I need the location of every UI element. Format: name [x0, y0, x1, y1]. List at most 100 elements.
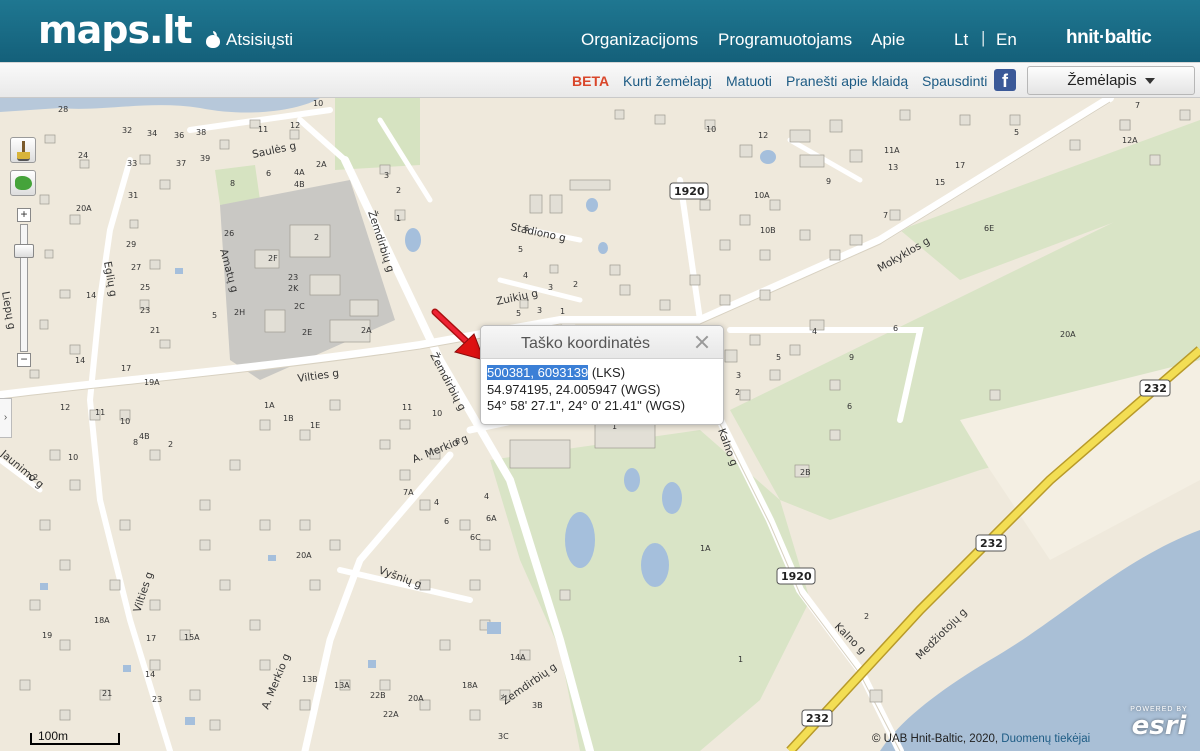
esri-wordmark: esri [1131, 711, 1187, 741]
download-link[interactable]: Atsisiųsti [206, 30, 293, 50]
svg-text:28: 28 [58, 105, 68, 114]
wgs-decimal-coordinates[interactable]: 54.974195, 24.005947 (WGS) [487, 382, 723, 399]
clear-map-broom-icon[interactable] [10, 137, 36, 163]
svg-text:10: 10 [120, 417, 130, 426]
beta-badge: BETA [572, 73, 610, 89]
pond [405, 228, 421, 252]
close-icon[interactable] [693, 333, 711, 351]
esri-logo[interactable]: POWERED BY esri [1124, 706, 1194, 746]
svg-text:5: 5 [518, 245, 523, 254]
svg-text:1A: 1A [700, 544, 711, 553]
svg-text:11: 11 [95, 408, 105, 417]
lks-coordinates-selected[interactable]: 500381, 6093139 [487, 365, 589, 380]
popup-body: 500381, 6093139 (LKS) 54.974195, 24.0059… [481, 359, 723, 415]
svg-text:10: 10 [706, 125, 716, 134]
svg-text:2: 2 [735, 388, 740, 397]
svg-text:13: 13 [888, 163, 898, 172]
svg-text:26: 26 [224, 229, 234, 238]
svg-text:22B: 22B [370, 691, 386, 700]
measure-link[interactable]: Matuoti [726, 73, 772, 89]
svg-text:22A: 22A [383, 710, 399, 719]
attribution: © UAB Hnit-Baltic, 2020, Duomenų tiekėja… [872, 733, 1090, 745]
svg-text:21: 21 [150, 326, 160, 335]
hnit-baltic-logo[interactable]: hnit·baltic [1066, 27, 1152, 49]
data-providers-link[interactable]: Duomenų tiekėjai [1001, 733, 1090, 745]
svg-text:2E: 2E [302, 328, 312, 337]
svg-text:3: 3 [548, 283, 553, 292]
svg-text:24: 24 [78, 151, 88, 160]
zoom-in-button[interactable]: + [17, 208, 31, 222]
nav-apie[interactable]: Apie [871, 30, 905, 50]
svg-text:232: 232 [1144, 382, 1167, 395]
svg-text:2A: 2A [361, 326, 372, 335]
svg-text:23: 23 [140, 306, 150, 315]
svg-text:1E: 1E [310, 421, 320, 430]
road-shield-1920-south: 1920 [776, 567, 816, 585]
svg-text:2: 2 [573, 280, 578, 289]
svg-text:23: 23 [288, 273, 298, 282]
road-shield-1920-north: 1920 [669, 182, 709, 200]
svg-text:2F: 2F [268, 254, 278, 263]
svg-text:10: 10 [68, 453, 78, 462]
svg-text:11: 11 [402, 403, 412, 412]
svg-text:31: 31 [128, 191, 138, 200]
layer-select-button[interactable]: Žemėlapis [1027, 66, 1195, 95]
svg-text:20A: 20A [76, 204, 92, 213]
pond [662, 482, 682, 514]
wgs-dms-coordinates[interactable]: 54° 58' 27.1", 24° 0' 21.41" (WGS) [487, 398, 723, 415]
svg-text:6A: 6A [486, 514, 497, 523]
svg-text:8: 8 [455, 437, 460, 446]
print-link[interactable]: Spausdinti [922, 73, 987, 89]
download-label: Atsisiųsti [226, 30, 294, 49]
lks-coordinates-row[interactable]: 500381, 6093139 (LKS) [487, 365, 723, 382]
svg-text:2: 2 [864, 612, 869, 621]
svg-text:4B: 4B [294, 180, 305, 189]
svg-text:18A: 18A [462, 681, 478, 690]
svg-text:10: 10 [432, 409, 442, 418]
lang-en[interactable]: En [996, 30, 1017, 50]
svg-text:29: 29 [126, 240, 136, 249]
svg-text:2: 2 [314, 233, 319, 242]
svg-text:3C: 3C [498, 732, 509, 741]
svg-text:12: 12 [60, 403, 70, 412]
side-panel-toggle[interactable]: › [0, 398, 12, 438]
scale-label: 100m [38, 729, 69, 743]
svg-text:3: 3 [384, 171, 389, 180]
svg-text:15: 15 [935, 178, 945, 187]
svg-text:4B: 4B [139, 432, 150, 441]
svg-text:2: 2 [168, 440, 173, 449]
nav-organizacijoms[interactable]: Organizacijoms [581, 30, 698, 50]
svg-text:6: 6 [893, 324, 898, 333]
lang-separator: | [981, 28, 986, 47]
svg-text:7: 7 [1135, 101, 1140, 110]
maps-logo[interactable]: maps.lt [38, 8, 193, 52]
svg-text:3: 3 [537, 306, 542, 315]
svg-text:7A: 7A [403, 488, 414, 497]
svg-text:3B: 3B [532, 701, 543, 710]
svg-text:36: 36 [174, 131, 184, 140]
layer-select-label: Žemėlapis [1067, 72, 1137, 89]
pond [760, 150, 776, 164]
svg-text:10B: 10B [760, 226, 776, 235]
lang-lt[interactable]: Lt [954, 30, 968, 50]
svg-text:1A: 1A [264, 401, 275, 410]
svg-text:5: 5 [516, 309, 521, 318]
nav-programuotojams[interactable]: Programuotojams [718, 30, 852, 50]
zoom-slider-thumb[interactable] [14, 244, 34, 258]
svg-text:11: 11 [258, 125, 268, 134]
create-map-link[interactable]: Kurti žemėlapį [623, 73, 712, 89]
zoom-out-button[interactable]: − [17, 353, 31, 367]
report-error-link[interactable]: Pranešti apie klaidą [786, 73, 908, 89]
svg-text:4: 4 [523, 271, 528, 280]
area-shape-icon[interactable] [10, 170, 36, 196]
svg-text:21: 21 [102, 689, 112, 698]
svg-text:4: 4 [484, 492, 489, 501]
svg-text:2A: 2A [316, 160, 327, 169]
facebook-icon[interactable]: f [994, 69, 1016, 91]
svg-text:9: 9 [826, 177, 831, 186]
svg-text:18A: 18A [94, 616, 110, 625]
svg-text:12: 12 [290, 121, 300, 130]
svg-text:20A: 20A [408, 694, 424, 703]
svg-text:5: 5 [212, 311, 217, 320]
svg-text:20A: 20A [296, 551, 312, 560]
